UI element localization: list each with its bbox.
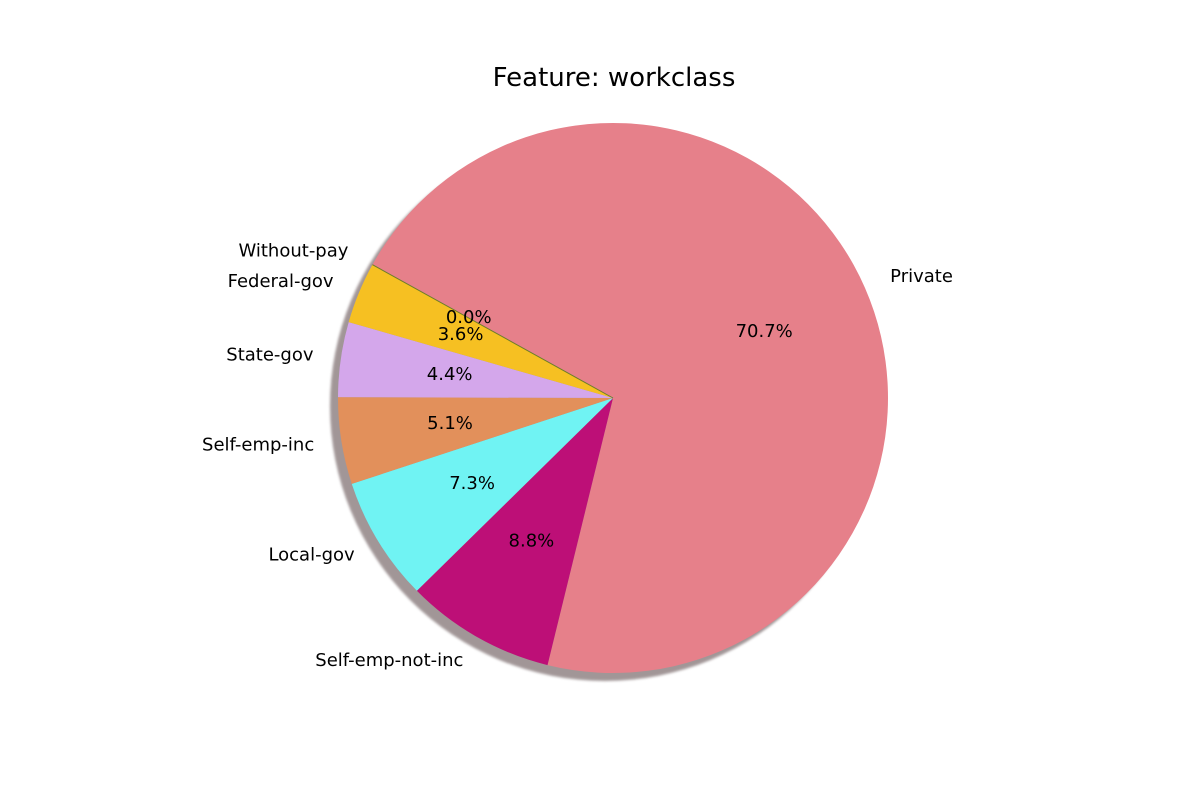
- category-label-self-emp-inc: Self-emp-inc: [202, 434, 314, 455]
- percent-label-without-pay: 0.0%: [446, 307, 492, 328]
- chart-title: Feature: workclass: [493, 63, 736, 93]
- category-label-state-gov: State-gov: [226, 344, 314, 365]
- pie-slices: [337, 122, 888, 674]
- pie-chart-svg: Feature: workclass Private 70.7% Self-emp-…: [202, 63, 953, 681]
- category-label-without-pay: Without-pay: [238, 240, 348, 261]
- category-label-local-gov: Local-gov: [268, 544, 355, 565]
- category-label-federal-gov: Federal-gov: [228, 271, 334, 292]
- percent-label-local-gov: 7.3%: [449, 473, 495, 494]
- percent-label-state-gov: 4.4%: [427, 364, 473, 385]
- category-label-private: Private: [890, 266, 953, 287]
- percent-label-self-emp-not-inc: 8.8%: [509, 530, 555, 551]
- category-label-self-emp-not-inc: Self-emp-not-inc: [315, 650, 463, 671]
- percent-label-self-emp-inc: 5.1%: [427, 413, 473, 434]
- percent-label-private: 70.7%: [736, 321, 793, 342]
- pie-chart: Feature: workclass Private 70.7% Self-emp-…: [0, 0, 1200, 793]
